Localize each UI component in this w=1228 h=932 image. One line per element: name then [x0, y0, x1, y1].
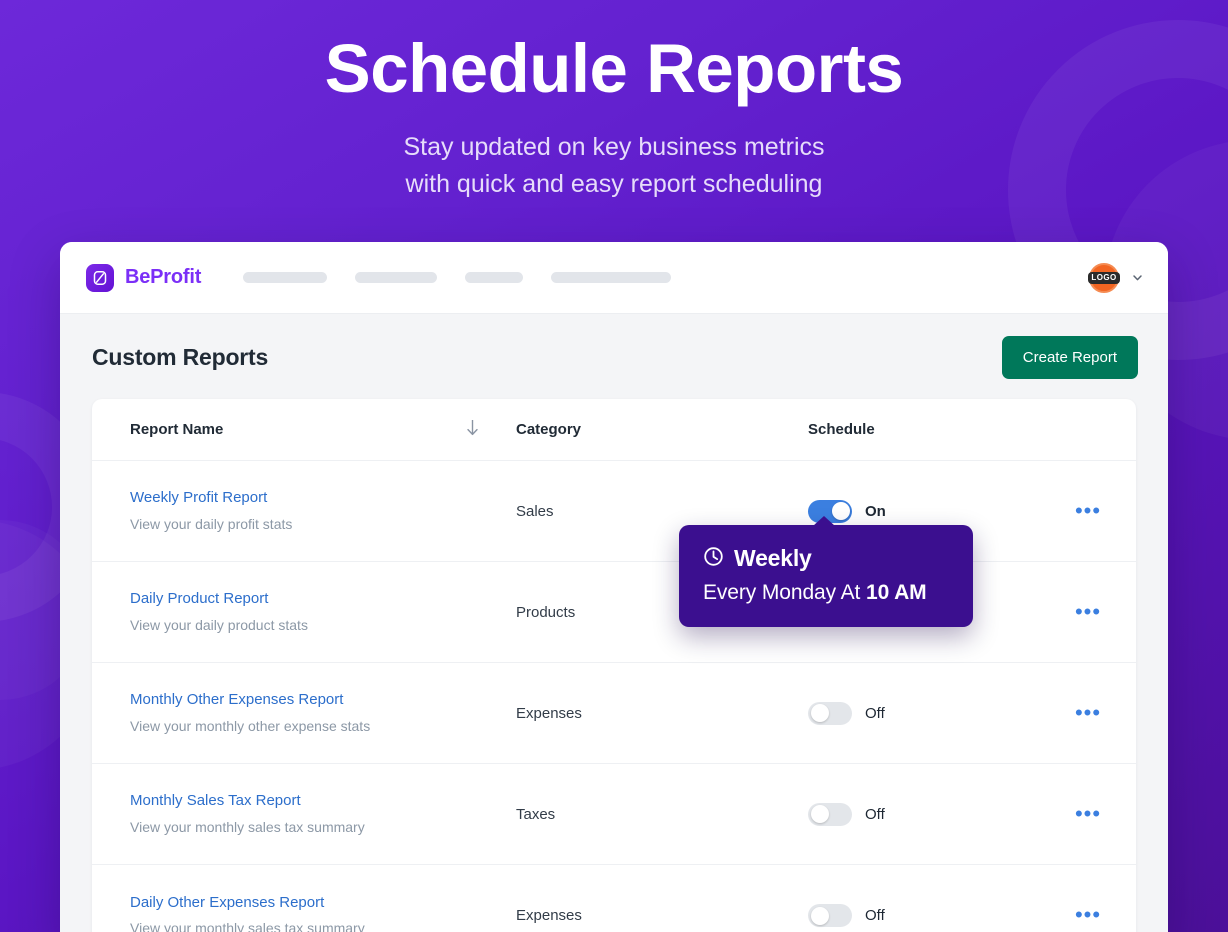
chevron-down-icon[interactable]	[1131, 271, 1144, 284]
tooltip-title: Weekly	[734, 545, 812, 571]
schedule-toggle[interactable]	[808, 904, 852, 927]
report-name-link[interactable]: Monthly Other Expenses Report	[130, 690, 464, 710]
schedule-state-label: Off	[865, 805, 885, 823]
hero-subtitle: Stay updated on key business metrics wit…	[0, 129, 1228, 203]
avatar-label: LOGO	[1088, 271, 1120, 284]
report-name-link[interactable]: Daily Product Report	[130, 589, 464, 609]
report-category: Taxes	[516, 805, 556, 823]
tooltip-detail-prefix: Every Monday At	[703, 581, 866, 604]
schedule-state-label: Off	[865, 704, 885, 722]
toggle-knob	[810, 805, 829, 823]
schedule-state-label: Off	[865, 907, 885, 924]
beprofit-logo-icon	[86, 263, 114, 292]
report-name-link[interactable]: Daily Other Expenses Report	[130, 893, 464, 913]
report-cell: Weekly Profit Report View your daily pro…	[130, 488, 464, 533]
tooltip-detail-time: 10 AM	[865, 581, 927, 604]
account-menu[interactable]: LOGO	[1088, 262, 1144, 293]
nav-placeholder-4[interactable]	[551, 272, 672, 283]
table-header-row: Report Name Category Schedule	[92, 399, 1136, 461]
report-cell: Monthly Sales Tax Report View your month…	[130, 791, 464, 836]
column-header-schedule[interactable]: Schedule	[808, 421, 1060, 438]
schedule-cell: Off	[808, 701, 1060, 725]
hero-section: Schedule Reports Stay updated on key bus…	[0, 0, 1228, 203]
row-actions: •••	[1060, 498, 1116, 523]
row-actions: •••	[1060, 599, 1116, 624]
schedule-tooltip: Weekly Every Monday At 10 AM	[679, 516, 973, 627]
more-horizontal-icon[interactable]: •••	[1075, 498, 1101, 523]
table-row: Weekly Profit Report View your daily pro…	[92, 461, 1136, 562]
schedule-state-label: On	[865, 502, 886, 520]
reports-card: Report Name Category Schedule Weekly Pro…	[92, 399, 1136, 932]
app-window: BeProfit LOGO Custom Reports Create Repo…	[60, 242, 1168, 932]
schedule-cell: Off	[808, 802, 1060, 826]
table-row: Daily Product Report View your daily pro…	[92, 562, 1136, 663]
hero-subtitle-line-2: with quick and easy report scheduling	[405, 170, 823, 198]
report-name-link[interactable]: Monthly Sales Tax Report	[130, 791, 464, 811]
table-row: Daily Other Expenses Report View your mo…	[92, 865, 1136, 932]
more-horizontal-icon[interactable]: •••	[1075, 801, 1101, 826]
report-category: Expenses	[516, 907, 582, 924]
nav-placeholder-1[interactable]	[243, 272, 328, 283]
brand[interactable]: BeProfit	[86, 263, 202, 292]
schedule-toggle[interactable]	[808, 802, 852, 826]
brand-name: BeProfit	[125, 266, 202, 288]
report-description: View your daily product stats	[130, 616, 308, 633]
report-category: Expenses	[516, 704, 582, 722]
nav-placeholder-2[interactable]	[355, 272, 438, 283]
report-description: View your monthly sales tax summary	[130, 920, 365, 932]
clock-icon	[703, 546, 724, 572]
row-actions: •••	[1060, 904, 1116, 927]
column-header-report-name[interactable]: Report Name	[130, 421, 464, 438]
report-description: View your daily profit stats	[130, 515, 293, 532]
report-description: View your monthly other expense stats	[130, 717, 371, 734]
nav-placeholders	[243, 272, 672, 283]
tooltip-detail: Every Monday At 10 AM	[703, 581, 949, 605]
tooltip-title-row: Weekly	[703, 545, 949, 572]
toggle-knob	[810, 906, 829, 925]
nav-placeholder-3[interactable]	[465, 272, 524, 283]
page-root: Schedule Reports Stay updated on key bus…	[0, 0, 1228, 932]
report-cell: Daily Product Report View your daily pro…	[130, 589, 464, 634]
report-description: View your monthly sales tax summary	[130, 818, 365, 835]
app-topbar: BeProfit LOGO	[60, 242, 1168, 314]
report-cell: Monthly Other Expenses Report View your …	[130, 690, 464, 735]
report-cell: Daily Other Expenses Report View your mo…	[130, 893, 464, 932]
schedule-cell: On	[808, 499, 1060, 523]
more-horizontal-icon[interactable]: •••	[1075, 700, 1101, 725]
schedule-cell: Off	[808, 904, 1060, 927]
hero-title: Schedule Reports	[324, 30, 904, 107]
page-header: Custom Reports Create Report	[60, 314, 1168, 399]
arrow-down-icon[interactable]	[464, 418, 516, 442]
create-report-button[interactable]: Create Report	[1001, 336, 1138, 379]
tooltip-arrow	[813, 516, 835, 526]
column-header-category[interactable]: Category	[516, 421, 808, 438]
report-category: Sales	[516, 502, 554, 520]
row-actions: •••	[1060, 801, 1116, 826]
avatar[interactable]: LOGO	[1088, 262, 1120, 293]
hero-subtitle-line-1: Stay updated on key business metrics	[403, 133, 825, 161]
table-row: Monthly Sales Tax Report View your month…	[92, 764, 1136, 865]
row-actions: •••	[1060, 700, 1116, 725]
table-row: Monthly Other Expenses Report View your …	[92, 663, 1136, 764]
more-horizontal-icon[interactable]: •••	[1075, 599, 1101, 624]
report-name-link[interactable]: Weekly Profit Report	[130, 488, 464, 508]
toggle-knob	[810, 704, 829, 722]
schedule-toggle[interactable]	[808, 701, 852, 725]
more-horizontal-icon[interactable]: •••	[1075, 902, 1101, 927]
page-title: Custom Reports	[92, 344, 269, 370]
